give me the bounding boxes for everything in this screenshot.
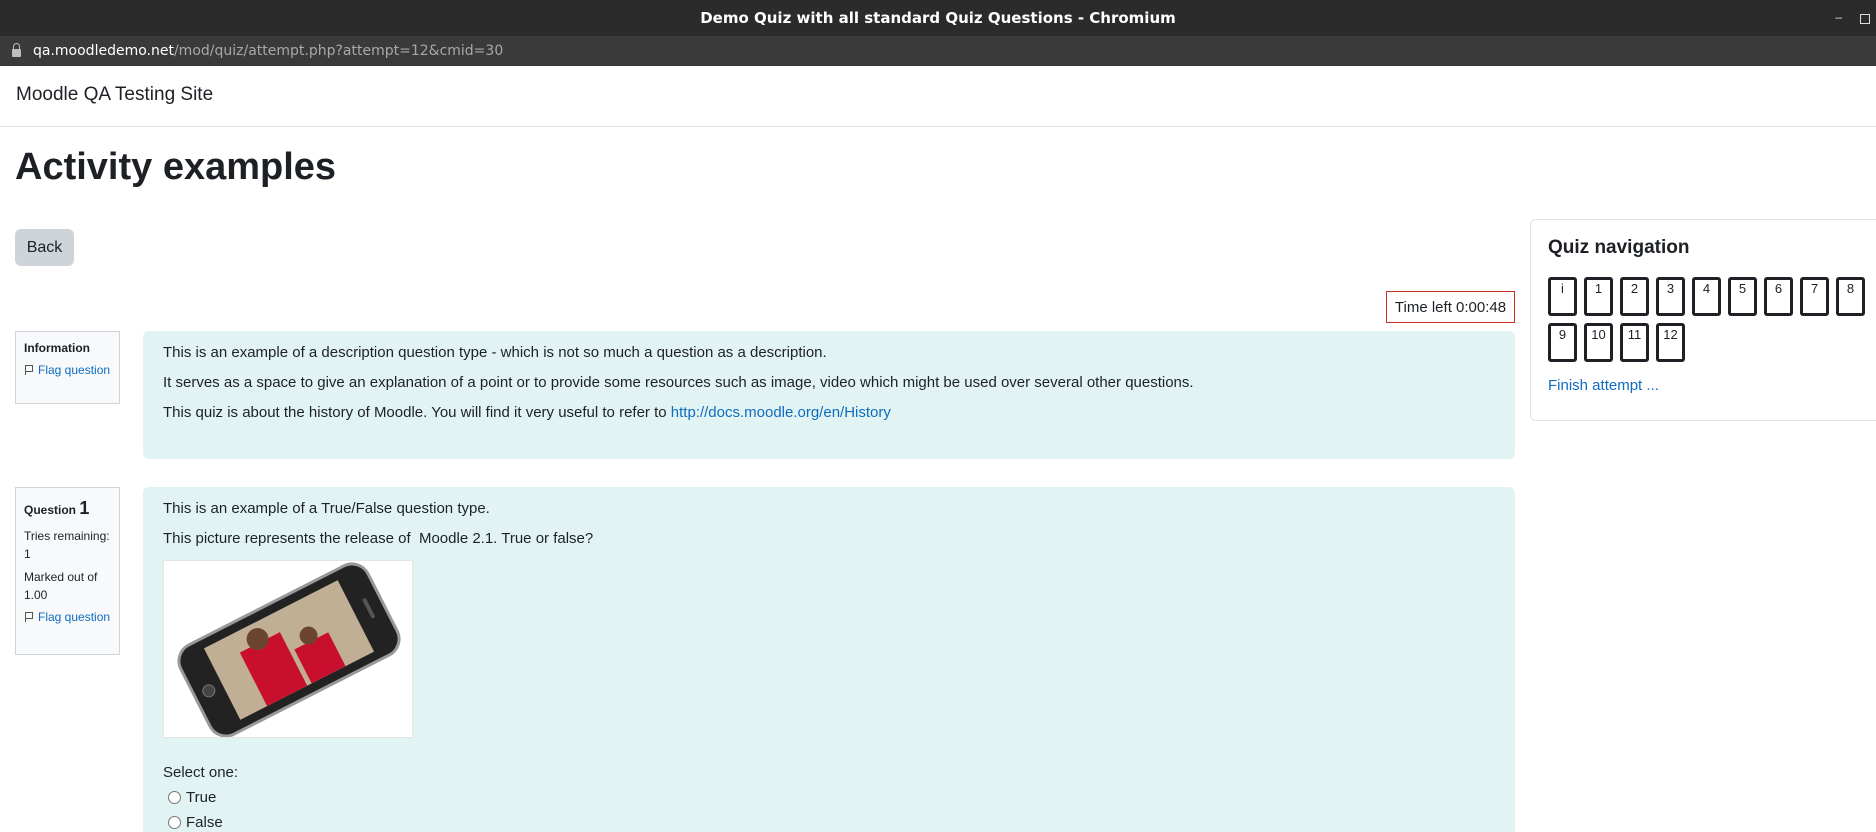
url-host: qa.moodledemo.net [33,43,174,59]
iphone-illustration [177,562,401,737]
maximize-icon[interactable] [1860,14,1870,24]
page-title: Activity examples [15,146,337,188]
nav-button-2[interactable]: 2 [1620,277,1649,316]
info-block-content: This is an example of a description ques… [143,331,1515,459]
question-number: 1 [79,498,90,518]
back-button[interactable]: Back [15,229,74,266]
url-path: /mod/quiz/attempt.php?attempt=12&cmid=30 [173,43,504,59]
flag-question-label: Flag question [38,610,111,624]
nav-button-3[interactable]: 3 [1656,277,1685,316]
radio-true[interactable] [168,791,181,804]
question-prompt: This picture represents the release of M… [163,530,594,547]
tries-remaining: Tries remaining: 1 [24,529,110,561]
info-block-meta: Information Flag question [15,331,120,404]
nav-button-10[interactable]: 10 [1584,323,1613,362]
option-false-label[interactable]: False [186,814,223,831]
option-false[interactable]: False [168,814,1495,831]
history-prefix: This quiz is about the history of Moodle… [163,404,671,421]
flag-question-link[interactable]: Flag question [24,608,111,626]
nav-button-11[interactable]: 11 [1620,323,1649,362]
flag-icon [24,612,34,622]
option-true[interactable]: True [168,789,1495,806]
window-title: Demo Quiz with all standard Quiz Questio… [700,9,1176,27]
nav-button-7[interactable]: 7 [1800,277,1829,316]
info-history-paragraph: This quiz is about the history of Moodle… [163,404,1495,422]
quiz-navigation-title: Quiz navigation [1548,237,1690,258]
info-paragraph: It serves as a space to give an explanat… [163,374,1194,391]
iphone-image [163,560,413,738]
site-header: Moodle QA Testing Site [0,66,1876,127]
select-one-label: Select one: [163,764,239,781]
lock-icon [12,43,21,57]
quiz-navigation-panel: Quiz navigation i 1 2 3 4 5 6 7 8 9 10 1… [1530,219,1876,421]
nav-button-12[interactable]: 12 [1656,323,1685,362]
url-text[interactable]: qa.moodledemo.net/mod/quiz/attempt.php?a… [33,43,503,59]
nav-button-6[interactable]: 6 [1764,277,1793,316]
option-true-label[interactable]: True [186,789,216,806]
site-name[interactable]: Moodle QA Testing Site [16,84,213,106]
marked-out-of: Marked out of 1.00 [24,570,98,602]
minimize-icon[interactable]: – [1835,10,1842,24]
time-left-timer: Time left 0:00:48 [1386,291,1515,323]
address-bar[interactable]: qa.moodledemo.net/mod/quiz/attempt.php?a… [0,36,1876,66]
question-intro: This is an example of a True/False quest… [163,500,490,517]
question-number-heading: Question 1 [24,495,111,522]
answer-section: Select one: True False [163,764,1495,831]
nav-button-8[interactable]: 8 [1836,277,1865,316]
question-1-meta: Question 1 Tries remaining: 1 Marked out… [15,487,120,655]
finish-attempt-link[interactable]: Finish attempt ... [1548,377,1659,394]
nav-button-4[interactable]: 4 [1692,277,1721,316]
nav-button-9[interactable]: 9 [1548,323,1577,362]
history-link[interactable]: http://docs.moodle.org/en/History [671,404,891,421]
nav-button-5[interactable]: 5 [1728,277,1757,316]
radio-false[interactable] [168,816,181,829]
nav-button-1[interactable]: 1 [1584,277,1613,316]
info-label: Information [24,341,90,355]
question-label: Question [24,503,77,517]
flag-icon [24,365,34,375]
question-1-content: This is an example of a True/False quest… [143,487,1515,832]
nav-button-info[interactable]: i [1548,277,1577,316]
flag-question-label: Flag question [38,363,111,377]
info-paragraph: This is an example of a description ques… [163,344,827,361]
flag-question-link[interactable]: Flag question [24,361,111,379]
window-titlebar: Demo Quiz with all standard Quiz Questio… [0,0,1876,36]
